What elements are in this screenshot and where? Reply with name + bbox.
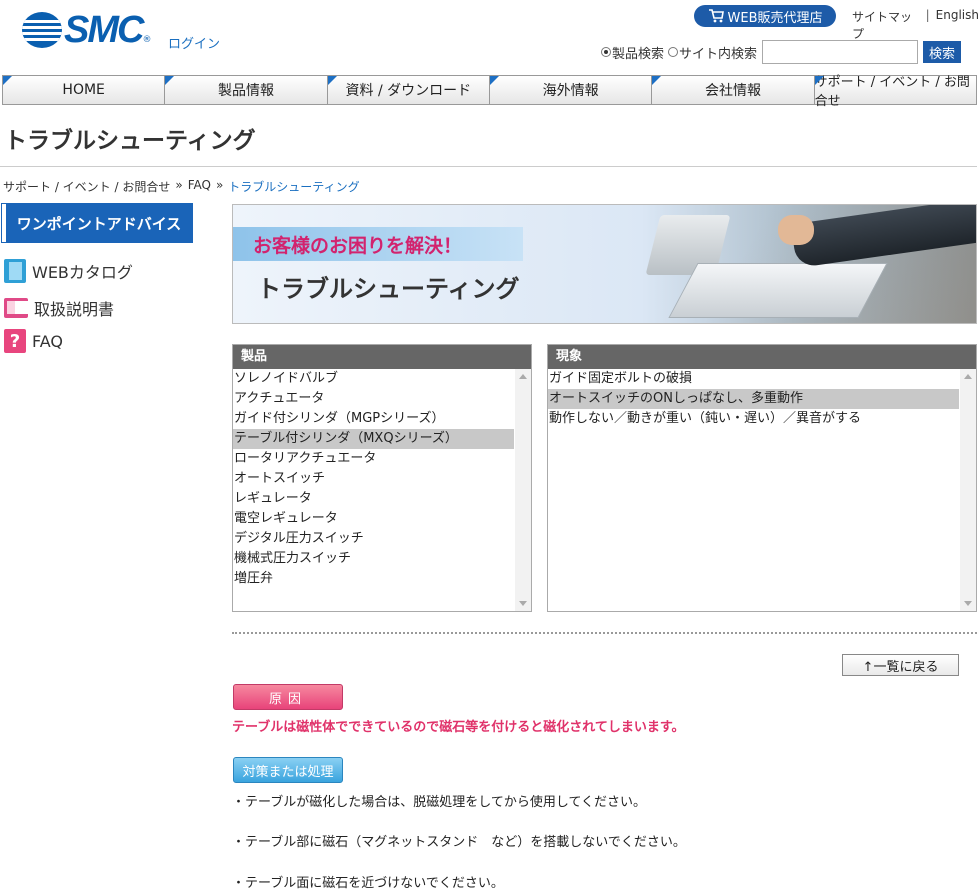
symptom-select-box: 現象 ガイド固定ボルトの破損 オートスイッチのONしっぱなし、多重動作 動作しな… [547, 344, 977, 612]
cause-text: テーブルは磁性体でできているので磁石等を付けると磁化されてしまいます。 [232, 720, 685, 735]
breadcrumb-separator: » [215, 178, 224, 192]
web-dealer-label: WEB販売代理店 [727, 10, 823, 26]
banner-photo-keyboard [668, 263, 888, 318]
product-option[interactable]: デジタル圧力スイッチ [233, 529, 531, 549]
nav-overseas[interactable]: 海外情報 [489, 75, 653, 105]
symptom-option[interactable]: 動作しない／動きが重い（鈍い・遅い）／異音がする [548, 409, 976, 429]
search-button[interactable]: 検索 [923, 41, 962, 63]
logo-text: SMC [64, 9, 144, 51]
cart-icon [708, 9, 724, 23]
login-link[interactable]: ログイン [168, 33, 220, 52]
nav-company[interactable]: 会社情報 [652, 75, 815, 105]
top-links: サイトマップ | English [852, 8, 979, 42]
product-option[interactable]: オートスイッチ [233, 469, 531, 489]
back-to-list-button[interactable]: ↑一覧に戻る [842, 654, 959, 676]
one-point-advice-button[interactable]: ワンポイントアドバイス [1, 203, 193, 243]
breadcrumb: サポート / イベント / お問合せ » FAQ » トラブルシューティング [3, 178, 360, 195]
product-listbox-scrollbar[interactable] [515, 369, 531, 611]
page-title: トラブルシューティング [4, 128, 256, 154]
symptom-select-header: 現象 [548, 345, 976, 369]
nav-products[interactable]: 製品情報 [165, 75, 328, 105]
scroll-down-arrow-icon[interactable] [964, 601, 972, 606]
product-option[interactable]: 増圧弁 [233, 569, 531, 589]
sidebar-link-label: WEBカタログ [32, 263, 133, 282]
breadcrumb-faq[interactable]: FAQ [188, 178, 211, 195]
countermeasure-badge: 対策または処理 [233, 757, 343, 783]
banner-subtitle: お客様のお困りを解決！ [253, 235, 463, 257]
web-dealer-button[interactable]: WEB販売代理店 [694, 5, 836, 27]
product-search-radio[interactable] [601, 47, 611, 57]
troubleshooting-banner: お客様のお困りを解決！ トラブルシューティング [232, 204, 977, 324]
catalog-icon [4, 259, 26, 283]
smc-logo[interactable]: SMC ® [22, 9, 152, 51]
sidebar-link-label: 取扱説明書 [34, 300, 115, 319]
search-bar: 製品検索 サイト内検索 検索 [601, 40, 962, 64]
breadcrumb-current: トラブルシューティング [228, 180, 360, 194]
product-option[interactable]: レギュレータ [233, 489, 531, 509]
scroll-down-arrow-icon[interactable] [519, 601, 527, 606]
global-nav: HOME 製品情報 資料 / ダウンロード 海外情報 会社情報 サポート / イ… [2, 75, 977, 109]
scroll-up-arrow-icon[interactable] [964, 374, 972, 379]
product-select-box: 製品 ソレノイドバルブ アクチュエータ ガイド付シリンダ（MGPシリーズ） テー… [232, 344, 532, 612]
product-option[interactable]: ガイド付シリンダ（MGPシリーズ） [233, 409, 531, 429]
product-listbox[interactable]: ソレノイドバルブ アクチュエータ ガイド付シリンダ（MGPシリーズ） テーブル付… [233, 369, 531, 611]
english-link[interactable]: English [936, 8, 979, 42]
product-option[interactable]: 機械式圧力スイッチ [233, 549, 531, 569]
nav-home[interactable]: HOME [2, 75, 166, 105]
top-links-separator: | [925, 8, 930, 22]
countermeasure-item: ・テーブルが磁化した場合は、脱磁処理をしてから使用してください。 [232, 795, 647, 810]
sidebar-link-label: FAQ [32, 331, 63, 351]
symptom-option[interactable]: ガイド固定ボルトの破損 [548, 369, 976, 389]
sidebar-link-manual[interactable]: 取扱説明書 [4, 296, 114, 320]
cause-badge: 原因 [233, 684, 343, 710]
product-option[interactable]: ソレノイドバルブ [233, 369, 531, 389]
product-option[interactable]: アクチュエータ [233, 389, 531, 409]
smc-logo-mark-icon [22, 12, 62, 48]
nav-downloads[interactable]: 資料 / ダウンロード [327, 75, 490, 105]
sidebar-link-faq[interactable]: ? FAQ [4, 329, 63, 353]
product-option[interactable]: 電空レギュレータ [233, 509, 531, 529]
breadcrumb-separator: » [175, 178, 183, 192]
breadcrumb-support[interactable]: サポート / イベント / お問合せ [3, 178, 170, 195]
symptom-option-selected[interactable]: オートスイッチのONしっぱなし、多重動作 [548, 389, 959, 409]
sitemap-link[interactable]: サイトマップ [852, 8, 920, 42]
sidebar-link-web-catalog[interactable]: WEBカタログ [4, 259, 133, 283]
site-search-label: サイト内検索 [679, 46, 758, 62]
faq-icon: ? [4, 329, 26, 353]
product-select-header: 製品 [233, 345, 531, 369]
manual-book-icon [4, 298, 33, 318]
banner-photo-hand [778, 215, 814, 245]
symptom-listbox-scrollbar[interactable] [960, 369, 976, 611]
title-divider [0, 166, 977, 167]
product-option[interactable]: ロータリアクチュエータ [233, 449, 531, 469]
section-divider [232, 632, 977, 634]
logo-registered-mark: ® [142, 35, 152, 45]
search-input[interactable] [762, 40, 919, 64]
scroll-up-arrow-icon[interactable] [519, 374, 527, 379]
countermeasure-item: ・テーブル部に磁石（マグネットスタンド など）を搭載しないでください。 [232, 835, 686, 850]
banner-title: トラブルシューティング [257, 275, 520, 303]
product-search-label: 製品検索 [612, 46, 665, 62]
nav-support[interactable]: サポート / イベント / お問合せ [814, 75, 977, 109]
product-option-selected[interactable]: テーブル付シリンダ（MXQシリーズ） [233, 429, 514, 449]
symptom-listbox[interactable]: ガイド固定ボルトの破損 オートスイッチのONしっぱなし、多重動作 動作しない／動… [548, 369, 976, 611]
countermeasure-item: ・テーブル面に磁石を近づけないでください。 [232, 876, 504, 891]
site-search-radio[interactable] [668, 47, 679, 57]
